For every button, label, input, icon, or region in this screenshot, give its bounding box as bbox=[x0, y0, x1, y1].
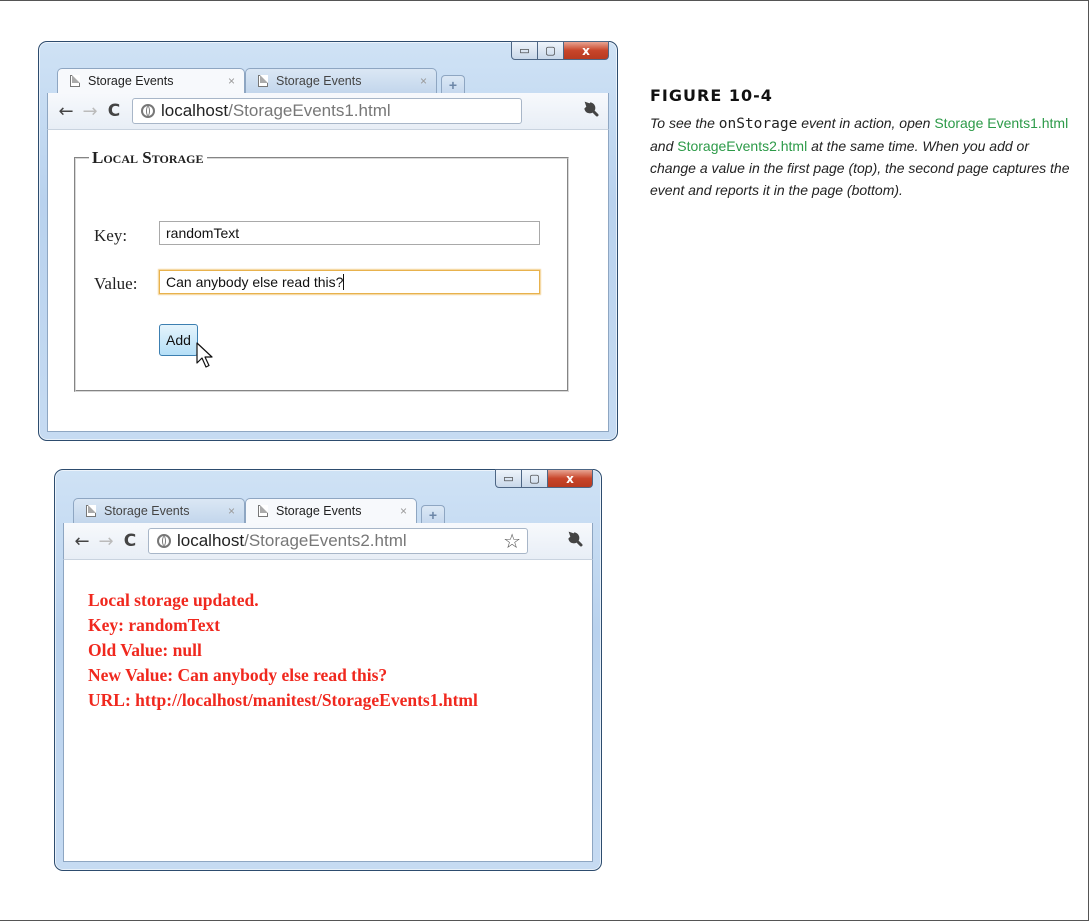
caption-text: event in action, open bbox=[797, 115, 935, 131]
address-bar[interactable]: localhost/StorageEvents2.html ☆ bbox=[148, 528, 528, 554]
close-button[interactable]: x bbox=[564, 41, 609, 60]
figure-title: FIGURE 10-4 bbox=[650, 86, 773, 105]
caption-link-storage-events1[interactable]: Storage Events1.html bbox=[934, 115, 1068, 131]
caption-code: onStorage bbox=[718, 116, 798, 132]
text-caret bbox=[343, 274, 345, 290]
page-content: Local storage updated. Key: randomText O… bbox=[63, 559, 593, 862]
wrench-icon[interactable] bbox=[574, 99, 608, 123]
url-path: /StorageEvents2.html bbox=[244, 531, 407, 550]
value-label: Value: bbox=[94, 274, 138, 293]
report-line-new-value: New Value: Can anybody else read this? bbox=[88, 665, 388, 685]
fieldset-legend: Local Storage bbox=[92, 148, 204, 167]
url-host: localhost bbox=[177, 531, 245, 550]
globe-icon bbox=[141, 104, 155, 118]
wrench-icon[interactable] bbox=[558, 529, 592, 553]
window-controls: ▭ ▢ x bbox=[511, 41, 609, 60]
tab-storage-events-2[interactable]: Storage Events × bbox=[245, 68, 437, 93]
reload-icon[interactable]: C bbox=[118, 531, 142, 551]
url-host: localhost bbox=[161, 101, 229, 120]
value-input-value: Can anybody else read this? bbox=[166, 274, 344, 290]
tab-label: Storage Events bbox=[88, 74, 174, 88]
new-tab-button[interactable]: + bbox=[441, 75, 465, 93]
report-line-status: Local storage updated. bbox=[88, 590, 259, 610]
tab-label: Storage Events bbox=[104, 504, 190, 518]
reload-icon[interactable]: C bbox=[102, 101, 126, 121]
new-tab-button[interactable]: + bbox=[421, 505, 445, 523]
caption-text: To see the bbox=[650, 115, 719, 131]
minimize-button[interactable]: ▭ bbox=[495, 469, 522, 488]
tab-close-icon[interactable]: × bbox=[420, 74, 427, 88]
tab-strip: Storage Events × Storage Events × + bbox=[73, 498, 445, 523]
mouse-pointer-icon bbox=[196, 342, 213, 368]
key-input[interactable]: randomText bbox=[159, 221, 540, 245]
tab-close-icon[interactable]: × bbox=[228, 504, 235, 518]
minimize-button[interactable]: ▭ bbox=[511, 41, 538, 60]
maximize-button[interactable]: ▢ bbox=[522, 469, 548, 488]
window-controls: ▭ ▢ x bbox=[495, 469, 593, 488]
tab-label: Storage Events bbox=[276, 74, 362, 88]
report-line-old-value: Old Value: null bbox=[88, 640, 202, 660]
tab-close-icon[interactable]: × bbox=[228, 74, 235, 88]
back-icon[interactable]: ← bbox=[70, 531, 94, 552]
key-label: Key: bbox=[94, 226, 128, 245]
back-icon[interactable]: ← bbox=[54, 101, 78, 122]
address-bar[interactable]: localhost/StorageEvents1.html bbox=[132, 98, 522, 124]
browser-toolbar: ← → C localhost/StorageEvents1.html bbox=[47, 93, 609, 129]
report-line-key: Key: randomText bbox=[88, 615, 221, 635]
close-button[interactable]: x bbox=[548, 469, 593, 488]
tab-strip: Storage Events × Storage Events × + bbox=[57, 68, 465, 93]
value-input[interactable]: Can anybody else read this? bbox=[159, 270, 540, 294]
storage-event-report: Local storage updated. Key: randomText O… bbox=[88, 588, 478, 713]
globe-icon bbox=[157, 534, 171, 548]
bookmark-star-icon[interactable]: ☆ bbox=[503, 529, 521, 553]
tab-storage-events-1[interactable]: Storage Events × bbox=[73, 498, 245, 523]
url-path: /StorageEvents1.html bbox=[228, 101, 391, 120]
document-icon bbox=[70, 75, 80, 87]
report-line-url: URL: http://localhost/manitest/StorageEv… bbox=[88, 690, 478, 710]
document-icon bbox=[86, 505, 96, 517]
forward-icon[interactable]: → bbox=[94, 531, 118, 552]
page-content: Local Storage Key: randomText Value: Can… bbox=[47, 129, 609, 432]
browser-window-top: ▭ ▢ x Storage Events × Storage Events × … bbox=[38, 41, 618, 441]
maximize-button[interactable]: ▢ bbox=[538, 41, 564, 60]
tab-label: Storage Events bbox=[276, 504, 362, 518]
add-button[interactable]: Add bbox=[159, 324, 198, 356]
add-button-label: Add bbox=[166, 332, 191, 348]
figure-caption: To see the onStorage event in action, op… bbox=[650, 112, 1070, 201]
document-icon bbox=[258, 75, 268, 87]
forward-icon[interactable]: → bbox=[78, 101, 102, 122]
tab-close-icon[interactable]: × bbox=[400, 504, 407, 518]
document-icon bbox=[258, 505, 268, 517]
caption-link-storage-events2[interactable]: StorageEvents2.html bbox=[677, 138, 807, 154]
tab-storage-events-2[interactable]: Storage Events × bbox=[245, 498, 417, 523]
browser-toolbar: ← → C localhost/StorageEvents2.html ☆ bbox=[63, 523, 593, 559]
tab-storage-events-1[interactable]: Storage Events × bbox=[57, 68, 245, 93]
caption-text: and bbox=[650, 138, 678, 154]
browser-window-bottom: ▭ ▢ x Storage Events × Storage Events × … bbox=[54, 469, 602, 871]
key-input-value: randomText bbox=[166, 225, 240, 241]
